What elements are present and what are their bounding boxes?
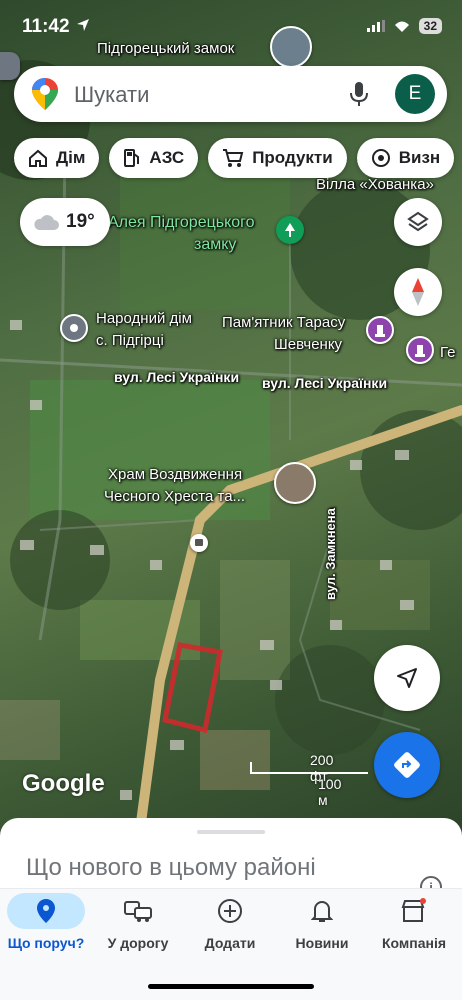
- street-label-1: вул. Лесі Українки: [114, 369, 240, 385]
- map-label-monument-line2[interactable]: Шевченку: [274, 336, 342, 354]
- chip-label: Дім: [56, 148, 86, 167]
- cloud-icon: [34, 215, 59, 230]
- nav-business[interactable]: Компанія: [368, 893, 460, 951]
- map-label-villa[interactable]: Вілла «Хованка»: [316, 176, 434, 194]
- google-logo: Google: [22, 770, 105, 797]
- location-arrow-icon: [77, 19, 89, 31]
- map-label-alley-line2[interactable]: замку: [194, 236, 236, 254]
- sheet-handle[interactable]: [197, 830, 265, 834]
- bus-stop-icon[interactable]: [190, 534, 208, 552]
- nav-label: Новини: [295, 935, 349, 951]
- monument-pin-icon[interactable]: [366, 316, 394, 344]
- location-pin-icon: [37, 899, 55, 923]
- search-bar[interactable]: Шукати E: [14, 66, 447, 122]
- map-label-house-line2[interactable]: с. Підгірці: [96, 332, 164, 350]
- wifi-icon: [394, 21, 409, 32]
- map-label-temple-line1[interactable]: Храм Воздвиження: [108, 466, 242, 484]
- navigation-arrow-icon: [397, 668, 417, 688]
- directions-icon: [394, 752, 420, 778]
- park-pin-icon[interactable]: [276, 216, 304, 244]
- street-label-2: вул. Лесі Українки: [262, 375, 388, 391]
- weather-temp: 19°: [66, 211, 95, 232]
- map-label-partial[interactable]: Ге: [440, 344, 455, 362]
- nav-label: Додати: [204, 935, 256, 951]
- bell-icon: [311, 901, 333, 922]
- nav-explore-icon-wrap: [7, 893, 85, 929]
- nav-explore[interactable]: Що поруч?: [0, 893, 92, 951]
- nav-label: Що поруч?: [7, 935, 85, 951]
- chip-label: Визн: [398, 148, 441, 167]
- chip-home[interactable]: Дім: [14, 138, 100, 178]
- landmark-pin-icon[interactable]: [406, 336, 434, 364]
- status-time: 11:42: [22, 16, 70, 37]
- compass-icon: [412, 278, 424, 306]
- scale-bar: [250, 762, 368, 774]
- nav-business-icon-wrap: [382, 893, 446, 929]
- nav-contribute[interactable]: Додати: [184, 893, 276, 951]
- temple-photo-pin[interactable]: [274, 462, 316, 504]
- chip-groceries[interactable]: Продукти: [208, 138, 347, 178]
- chip-label: АЗС: [149, 148, 185, 167]
- gas-station-icon: [124, 149, 140, 167]
- street-label-vertical: вул. Замкнена: [323, 508, 338, 600]
- weather-chip[interactable]: 19°: [20, 198, 110, 246]
- nav-label: У дорогу: [107, 935, 169, 951]
- nav-commute-icon-wrap: [106, 893, 170, 929]
- chip-gas-station[interactable]: АЗС: [109, 138, 199, 178]
- chip-landmarks[interactable]: Визн: [356, 138, 455, 178]
- category-chips: Дім АЗС Продукти Визн: [14, 138, 455, 178]
- map-label-house-line1[interactable]: Народний дім: [96, 310, 192, 328]
- scale-meters: 100 м: [318, 776, 342, 808]
- nav-label: Компанія: [381, 935, 447, 951]
- maps-pin-logo-icon: [32, 78, 58, 110]
- my-location-button[interactable]: [374, 645, 440, 711]
- location-pin-icon[interactable]: [60, 314, 88, 342]
- nav-commute[interactable]: У дорогу: [92, 893, 184, 951]
- compass-button[interactable]: [394, 268, 442, 316]
- nav-updates[interactable]: Новини: [276, 893, 368, 951]
- nav-contribute-icon-wrap: [198, 893, 262, 929]
- status-bar: 11:42 32: [0, 0, 462, 52]
- home-icon: [29, 149, 47, 167]
- commute-icon: [124, 901, 152, 922]
- explore-sheet[interactable]: Що нового в цьому районі i: [0, 818, 462, 898]
- layers-icon: [407, 211, 429, 232]
- home-indicator[interactable]: [148, 984, 314, 989]
- layers-button[interactable]: [394, 198, 442, 246]
- store-icon: [401, 898, 426, 922]
- battery-indicator: 32: [418, 18, 442, 34]
- signal-icon: [366, 20, 385, 32]
- map-label-alley-line1[interactable]: Алея Підгорецького: [108, 214, 255, 232]
- search-input[interactable]: Шукати: [74, 82, 149, 108]
- nav-updates-icon-wrap: [290, 893, 354, 929]
- landmark-icon: [371, 149, 390, 167]
- chip-label: Продукти: [252, 148, 333, 167]
- sheet-title: Що нового в цьому районі: [26, 854, 316, 881]
- cart-icon: [223, 149, 244, 167]
- microphone-icon[interactable]: [349, 81, 369, 107]
- account-avatar[interactable]: E: [395, 74, 435, 114]
- directions-button[interactable]: [374, 732, 440, 798]
- map-label-temple-line2[interactable]: Чесного Хреста та...: [104, 488, 245, 506]
- add-circle-icon: [218, 899, 242, 923]
- poi-edge-icon[interactable]: [0, 52, 20, 80]
- map-label-monument-line1[interactable]: Пам'ятник Тарасу: [222, 314, 345, 332]
